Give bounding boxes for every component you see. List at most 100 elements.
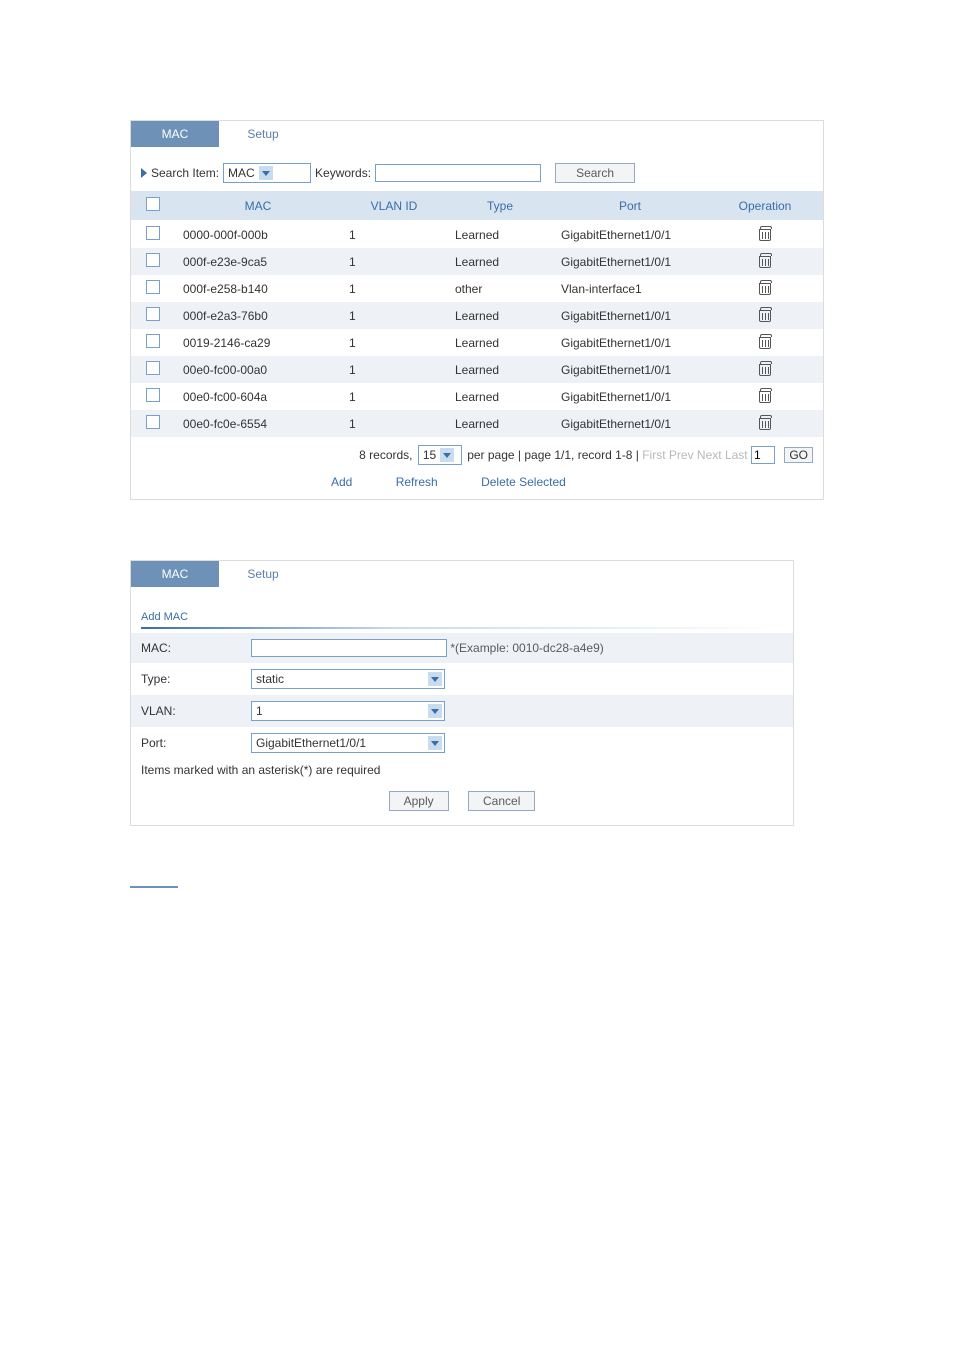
row-checkbox[interactable] bbox=[146, 280, 160, 294]
cancel-button[interactable]: Cancel bbox=[468, 791, 535, 811]
cell-type: other bbox=[447, 275, 553, 302]
col-op: Operation bbox=[707, 191, 823, 221]
tab-mac[interactable]: MAC bbox=[131, 121, 219, 147]
cell-vlan: 1 bbox=[341, 329, 447, 356]
col-type: Type bbox=[447, 191, 553, 221]
type-value: static bbox=[256, 672, 424, 686]
search-button[interactable]: Search bbox=[555, 163, 635, 183]
cell-vlan: 1 bbox=[341, 275, 447, 302]
tabs: MAC Setup bbox=[131, 121, 823, 147]
col-vlan: VLAN ID bbox=[341, 191, 447, 221]
trash-icon[interactable] bbox=[759, 253, 771, 267]
cell-type: Learned bbox=[447, 302, 553, 329]
search-item-value: MAC bbox=[228, 166, 255, 180]
go-button[interactable]: GO bbox=[784, 447, 813, 463]
mac-table: MAC VLAN ID Type Port Operation 0000-000… bbox=[131, 191, 823, 437]
apply-button[interactable]: Apply bbox=[389, 791, 449, 811]
add-mac-form: MAC: *(Example: 0010-dc28-a4e9) Type: st… bbox=[131, 633, 793, 759]
cell-vlan: 1 bbox=[341, 356, 447, 383]
chevron-down-icon bbox=[440, 448, 454, 462]
refresh-link[interactable]: Refresh bbox=[396, 475, 438, 489]
col-mac: MAC bbox=[175, 191, 341, 221]
row-checkbox[interactable] bbox=[146, 226, 160, 240]
vlan-value: 1 bbox=[256, 704, 424, 718]
trash-icon[interactable] bbox=[759, 307, 771, 321]
chevron-down-icon bbox=[428, 704, 442, 718]
cell-port: GigabitEthernet1/0/1 bbox=[553, 302, 707, 329]
add-mac-panel: MAC Setup Add MAC MAC: *(Example: 0010-d… bbox=[130, 560, 794, 826]
cell-type: Learned bbox=[447, 329, 553, 356]
pager-mid: per page | page 1/1, record 1-8 | bbox=[467, 448, 639, 462]
pager-next[interactable]: Next bbox=[697, 448, 722, 462]
port-value: GigabitEthernet1/0/1 bbox=[256, 736, 424, 750]
trash-icon[interactable] bbox=[759, 388, 771, 402]
vlan-select[interactable]: 1 bbox=[251, 701, 445, 721]
mac-label: MAC: bbox=[131, 633, 241, 663]
cell-port: GigabitEthernet1/0/1 bbox=[553, 248, 707, 275]
cell-mac: 00e0-fc00-604a bbox=[175, 383, 341, 410]
records-count: 8 records, bbox=[359, 448, 412, 462]
tabs: MAC Setup bbox=[131, 561, 793, 587]
chevron-down-icon bbox=[428, 736, 442, 750]
perpage-select[interactable]: 15 bbox=[418, 445, 462, 465]
cell-mac: 000f-e258-b140 bbox=[175, 275, 341, 302]
cell-mac: 00e0-fc0e-6554 bbox=[175, 410, 341, 437]
cell-port: GigabitEthernet1/0/1 bbox=[553, 383, 707, 410]
add-link[interactable]: Add bbox=[331, 475, 352, 489]
row-checkbox[interactable] bbox=[146, 334, 160, 348]
row-checkbox[interactable] bbox=[146, 388, 160, 402]
table-row: 00e0-fc0e-65541LearnedGigabitEthernet1/0… bbox=[131, 410, 823, 437]
cell-vlan: 1 bbox=[341, 302, 447, 329]
divider bbox=[130, 886, 178, 888]
trash-icon[interactable] bbox=[759, 361, 771, 375]
perpage-value: 15 bbox=[423, 448, 436, 462]
tab-mac[interactable]: MAC bbox=[131, 561, 219, 587]
row-checkbox[interactable] bbox=[146, 415, 160, 429]
cell-port: Vlan-interface1 bbox=[553, 275, 707, 302]
cell-mac: 00e0-fc00-00a0 bbox=[175, 356, 341, 383]
cell-port: GigabitEthernet1/0/1 bbox=[553, 356, 707, 383]
mac-list-panel: MAC Setup Search Item: MAC Keywords: Sea… bbox=[130, 120, 824, 500]
trash-icon[interactable] bbox=[759, 415, 771, 429]
cell-port: GigabitEthernet1/0/1 bbox=[553, 410, 707, 437]
port-select[interactable]: GigabitEthernet1/0/1 bbox=[251, 733, 445, 753]
arrow-icon bbox=[141, 168, 147, 178]
cell-mac: 0000-000f-000b bbox=[175, 221, 341, 249]
col-port: Port bbox=[553, 191, 707, 221]
keywords-input[interactable] bbox=[375, 164, 541, 182]
pager-last[interactable]: Last bbox=[725, 448, 748, 462]
table-row: 0000-000f-000b1LearnedGigabitEthernet1/0… bbox=[131, 221, 823, 249]
table-row: 000f-e23e-9ca51LearnedGigabitEthernet1/0… bbox=[131, 248, 823, 275]
cell-type: Learned bbox=[447, 383, 553, 410]
row-checkbox[interactable] bbox=[146, 307, 160, 321]
trash-icon[interactable] bbox=[759, 280, 771, 294]
section-title: Add MAC bbox=[131, 587, 793, 627]
delete-selected-link[interactable]: Delete Selected bbox=[481, 475, 566, 489]
row-checkbox[interactable] bbox=[146, 361, 160, 375]
search-item-select[interactable]: MAC bbox=[223, 163, 311, 183]
page-input[interactable] bbox=[751, 446, 775, 464]
divider bbox=[141, 627, 783, 629]
cell-mac: 000f-e2a3-76b0 bbox=[175, 302, 341, 329]
table-row: 00e0-fc00-00a01LearnedGigabitEthernet1/0… bbox=[131, 356, 823, 383]
select-all-checkbox[interactable] bbox=[146, 197, 160, 211]
type-label: Type: bbox=[131, 663, 241, 695]
keywords-label: Keywords: bbox=[315, 166, 371, 180]
pager-prev[interactable]: Prev bbox=[669, 448, 694, 462]
cell-port: GigabitEthernet1/0/1 bbox=[553, 329, 707, 356]
cell-vlan: 1 bbox=[341, 248, 447, 275]
trash-icon[interactable] bbox=[759, 226, 771, 240]
table-row: 000f-e258-b1401otherVlan-interface1 bbox=[131, 275, 823, 302]
row-checkbox[interactable] bbox=[146, 253, 160, 267]
type-select[interactable]: static bbox=[251, 669, 445, 689]
table-row: 00e0-fc00-604a1LearnedGigabitEthernet1/0… bbox=[131, 383, 823, 410]
vlan-label: VLAN: bbox=[131, 695, 241, 727]
cell-vlan: 1 bbox=[341, 383, 447, 410]
pager: 8 records, 15 per page | page 1/1, recor… bbox=[131, 437, 823, 469]
pager-first[interactable]: First bbox=[642, 448, 665, 462]
trash-icon[interactable] bbox=[759, 334, 771, 348]
tab-setup[interactable]: Setup bbox=[219, 121, 307, 147]
mac-input[interactable] bbox=[251, 639, 447, 657]
tab-setup[interactable]: Setup bbox=[219, 561, 307, 587]
cell-vlan: 1 bbox=[341, 410, 447, 437]
